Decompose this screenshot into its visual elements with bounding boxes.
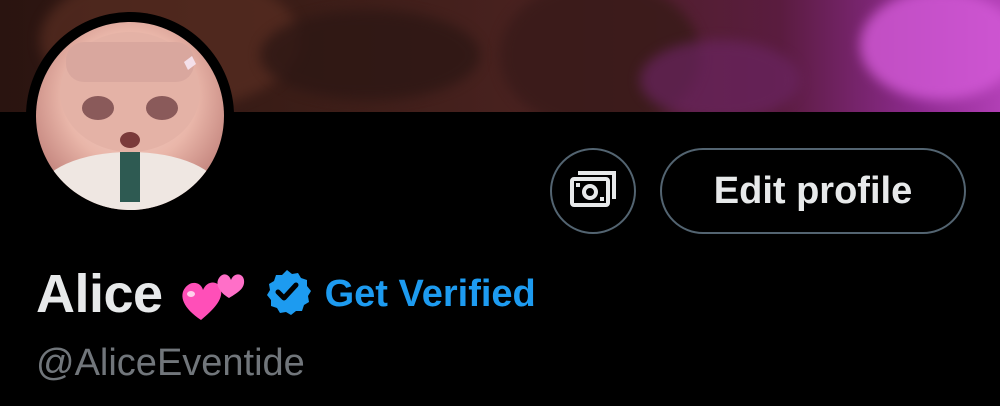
display-name: Alice [36,264,163,324]
edit-profile-button[interactable]: Edit profile [660,148,966,234]
avatar-image [36,22,224,210]
verified-badge-icon [263,268,311,321]
money-icon [568,169,618,214]
two-hearts-icon [177,262,249,326]
profile-avatar[interactable] [26,12,234,220]
subscriptions-button[interactable] [550,148,636,234]
get-verified-link[interactable]: Get Verified [263,268,536,321]
get-verified-label: Get Verified [324,272,536,315]
profile-handle: @AliceEventide [36,342,305,384]
name-row: Alice Get Verified [36,262,536,326]
